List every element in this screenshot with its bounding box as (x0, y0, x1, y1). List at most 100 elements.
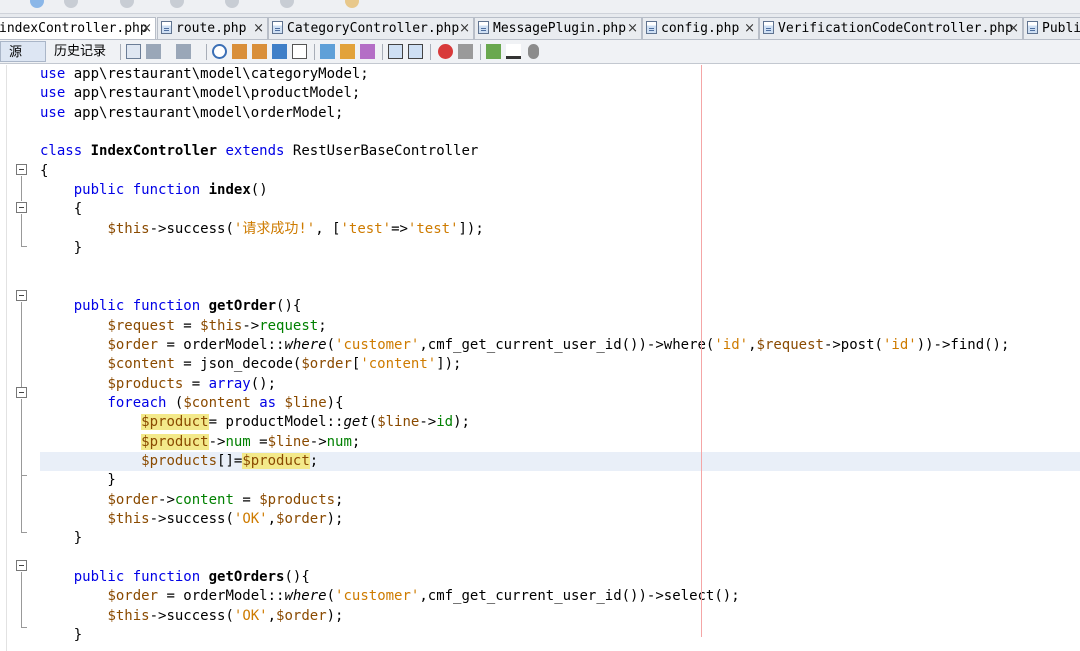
code-line[interactable]: $order->content = $products; (40, 491, 1080, 510)
toggle-bookmark-icon[interactable] (360, 44, 375, 59)
code-line[interactable]: class IndexController extends RestUserBa… (40, 142, 1080, 161)
toggle-highlight-icon[interactable] (272, 44, 287, 59)
fold-toggle-icon[interactable] (16, 290, 27, 301)
code-line[interactable] (40, 278, 1080, 297)
code-line[interactable]: $product->num =$line->num; (40, 433, 1080, 452)
tab-label: CategoryController.php (287, 21, 460, 36)
code-line[interactable] (40, 259, 1080, 278)
code-line[interactable]: } (40, 239, 1080, 258)
previous-bookmark-icon[interactable] (320, 44, 335, 59)
toggle-rect-select-icon[interactable] (292, 44, 307, 59)
code-line[interactable]: use app\restaurant\model\categoryModel; (40, 65, 1080, 84)
tab-index-controller[interactable]: indexController.php × (0, 17, 156, 39)
forward-icon[interactable] (176, 44, 191, 59)
shift-right-icon[interactable] (408, 44, 423, 59)
toolbar-button-icon[interactable] (64, 0, 78, 8)
php-file-icon (272, 21, 283, 34)
back-icon[interactable] (146, 44, 161, 59)
code-line[interactable]: $this->success('OK',$order); (40, 607, 1080, 626)
tab-label: config.php (661, 21, 740, 36)
code-line[interactable]: public function getOrders(){ (40, 568, 1080, 587)
code-editor[interactable]: use app\restaurant\model\categoryModel; u… (40, 65, 1080, 651)
code-line[interactable]: $products[]=$product; (40, 452, 1080, 471)
tab-category-controller[interactable]: CategoryController.php × (268, 17, 474, 39)
last-edit-icon[interactable] (126, 44, 141, 59)
stop-macro-recording-icon[interactable] (458, 44, 473, 59)
toolbar-button-icon[interactable] (345, 0, 359, 8)
uncomment-icon[interactable] (506, 44, 521, 59)
code-line[interactable]: use app\restaurant\model\orderModel; (40, 104, 1080, 123)
find-previous-icon[interactable] (232, 44, 247, 59)
php-file-icon (763, 21, 774, 34)
code-line[interactable]: $order = orderModel::where('customer',cm… (40, 336, 1080, 355)
close-icon[interactable]: × (744, 18, 755, 39)
tab-label: route.php (176, 21, 247, 36)
fold-toggle-icon[interactable] (16, 387, 27, 398)
source-view-button[interactable]: 源 (0, 41, 46, 62)
close-icon[interactable]: × (459, 18, 470, 39)
comment-icon[interactable] (486, 44, 501, 59)
toolbar-button-icon[interactable] (280, 0, 294, 8)
editor-tab-bar: indexController.php × route.php × Catego… (0, 14, 1080, 40)
code-line[interactable]: $request = $this->request; (40, 317, 1080, 336)
code-line[interactable]: $content = json_decode($order['content']… (40, 355, 1080, 374)
code-line[interactable]: } (40, 626, 1080, 645)
code-line[interactable]: { (40, 162, 1080, 181)
close-icon[interactable]: × (141, 18, 152, 39)
tab-route[interactable]: route.php × (157, 17, 268, 39)
close-icon[interactable]: × (627, 18, 638, 39)
toolbar-separator (480, 44, 481, 60)
tab-config[interactable]: config.php × (642, 17, 759, 39)
toolbar-button-icon[interactable] (225, 0, 239, 8)
code-line[interactable] (40, 549, 1080, 568)
find-icon[interactable] (212, 44, 227, 59)
gutter-border (6, 65, 7, 651)
history-view-button[interactable]: 历史记录 (46, 41, 118, 62)
tab-label: VerificationCodeController.php (778, 21, 1013, 36)
toolbar-button-icon[interactable] (30, 0, 44, 8)
shift-left-icon[interactable] (388, 44, 403, 59)
toolbar-button-icon[interactable] (120, 0, 134, 8)
toolbar-button-icon[interactable] (170, 0, 184, 8)
toolbar-separator (120, 44, 121, 60)
close-icon[interactable]: × (1008, 18, 1019, 39)
code-line[interactable]: use app\restaurant\model\productModel; (40, 84, 1080, 103)
tab-label: MessagePlugin.php (493, 21, 627, 36)
fold-line (21, 475, 22, 533)
tab-label: indexController.php (0, 21, 148, 36)
toolbar-separator (382, 44, 383, 60)
php-file-icon (1027, 21, 1038, 34)
code-line[interactable]: { (40, 200, 1080, 219)
fold-toggle-icon[interactable] (16, 202, 27, 213)
code-line[interactable]: } (40, 471, 1080, 490)
toolbar-separator (206, 44, 207, 60)
fold-end (21, 246, 27, 247)
next-bookmark-icon[interactable] (340, 44, 355, 59)
find-next-icon[interactable] (252, 44, 267, 59)
tab-publi[interactable]: Publi (1023, 17, 1080, 39)
code-line[interactable]: foreach ($content as $line){ (40, 394, 1080, 413)
close-icon[interactable]: × (253, 18, 264, 39)
fold-toggle-icon[interactable] (16, 164, 27, 175)
code-line[interactable]: public function index() (40, 181, 1080, 200)
tab-verification-code-controller[interactable]: VerificationCodeController.php × (759, 17, 1023, 39)
php-file-icon (646, 21, 657, 34)
code-line[interactable]: $order = orderModel::where('customer',cm… (40, 587, 1080, 606)
code-line[interactable]: $products = array(); (40, 375, 1080, 394)
code-line[interactable] (40, 123, 1080, 142)
database-icon[interactable] (528, 44, 539, 59)
fold-end (21, 627, 27, 628)
php-file-icon (161, 21, 172, 34)
tab-label: Publi (1042, 21, 1080, 36)
start-macro-recording-icon[interactable] (438, 44, 453, 59)
code-line[interactable]: $this->success('请求成功!', ['test'=>'test']… (40, 220, 1080, 239)
fold-line (21, 302, 22, 387)
code-line[interactable]: $product= productModel::get($line->id); (40, 413, 1080, 432)
fold-line (21, 572, 22, 627)
tab-message-plugin[interactable]: MessagePlugin.php × (474, 17, 642, 39)
code-line[interactable]: } (40, 529, 1080, 548)
fold-line (21, 399, 22, 475)
fold-toggle-icon[interactable] (16, 560, 27, 571)
code-line[interactable]: public function getOrder(){ (40, 297, 1080, 316)
code-line[interactable]: $this->success('OK',$order); (40, 510, 1080, 529)
